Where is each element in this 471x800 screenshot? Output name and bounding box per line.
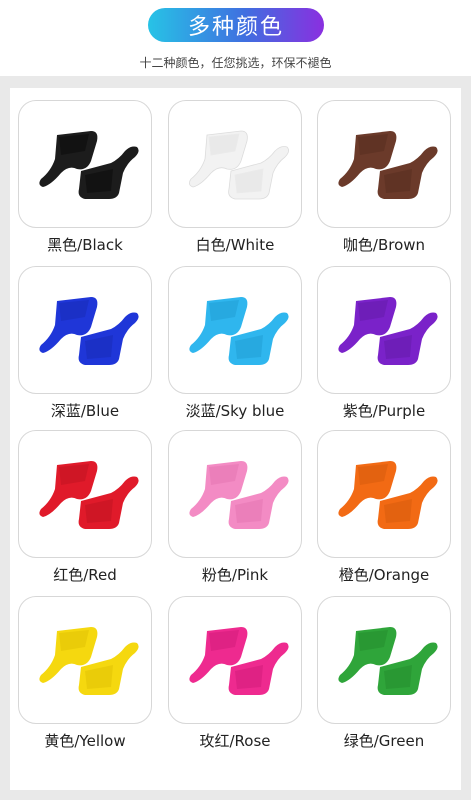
ear-hook-image xyxy=(39,297,139,365)
color-option-card[interactable] xyxy=(168,266,302,394)
ear-hook-image xyxy=(189,130,289,200)
color-options-panel: 黑色/Black 白色/White 咖色/Brown 深蓝/Blue 淡蓝/Sky bl… xyxy=(0,76,471,800)
color-option-card[interactable] xyxy=(317,430,451,558)
color-option-label: 白色/White xyxy=(195,236,275,254)
ear-hook-image xyxy=(338,461,438,529)
color-option-label: 黄色/Yellow xyxy=(44,732,126,750)
ear-hook-image xyxy=(39,627,139,695)
color-option-label: 深蓝/Blue xyxy=(50,402,120,420)
color-option-card[interactable] xyxy=(18,430,152,558)
color-option-card[interactable] xyxy=(317,596,451,724)
color-option-label: 咖色/Brown xyxy=(342,236,426,254)
color-option-label: 绿色/Green xyxy=(343,732,425,750)
ear-hook-image xyxy=(189,461,289,529)
color-option-label: 玫红/Rose xyxy=(199,732,271,750)
ear-hook-image xyxy=(189,297,289,365)
ear-hook-image xyxy=(338,627,438,695)
color-option-label: 红色/Red xyxy=(53,566,117,584)
ear-hook-image xyxy=(338,297,438,365)
color-grid: 黑色/Black 白色/White 咖色/Brown 深蓝/Blue 淡蓝/Sky bl… xyxy=(10,88,461,790)
color-option-card[interactable] xyxy=(18,596,152,724)
color-option-label: 橙色/Orange xyxy=(338,566,430,584)
color-option-label: 紫色/Purple xyxy=(342,402,426,420)
color-option-card[interactable] xyxy=(18,100,152,228)
section-title: 多种颜色 xyxy=(187,15,284,40)
color-option-label: 黑色/Black xyxy=(47,236,123,254)
ear-hook-image xyxy=(39,131,139,199)
section-subtitle: 十二种颜色，任您挑选，环保不褪色 xyxy=(139,56,332,70)
color-option-card[interactable] xyxy=(168,430,302,558)
ear-hook-image xyxy=(189,627,289,695)
color-option-label: 粉色/Pink xyxy=(201,566,269,584)
color-option-card[interactable] xyxy=(18,266,152,394)
ear-hook-image xyxy=(338,131,438,199)
color-option-label: 淡蓝/Sky blue xyxy=(185,402,285,420)
section-title-pill: 多种颜色 xyxy=(148,8,324,42)
color-option-card[interactable] xyxy=(168,100,302,228)
color-option-card[interactable] xyxy=(168,596,302,724)
color-option-card[interactable] xyxy=(317,266,451,394)
ear-hook-image xyxy=(39,461,139,529)
color-option-card[interactable] xyxy=(317,100,451,228)
